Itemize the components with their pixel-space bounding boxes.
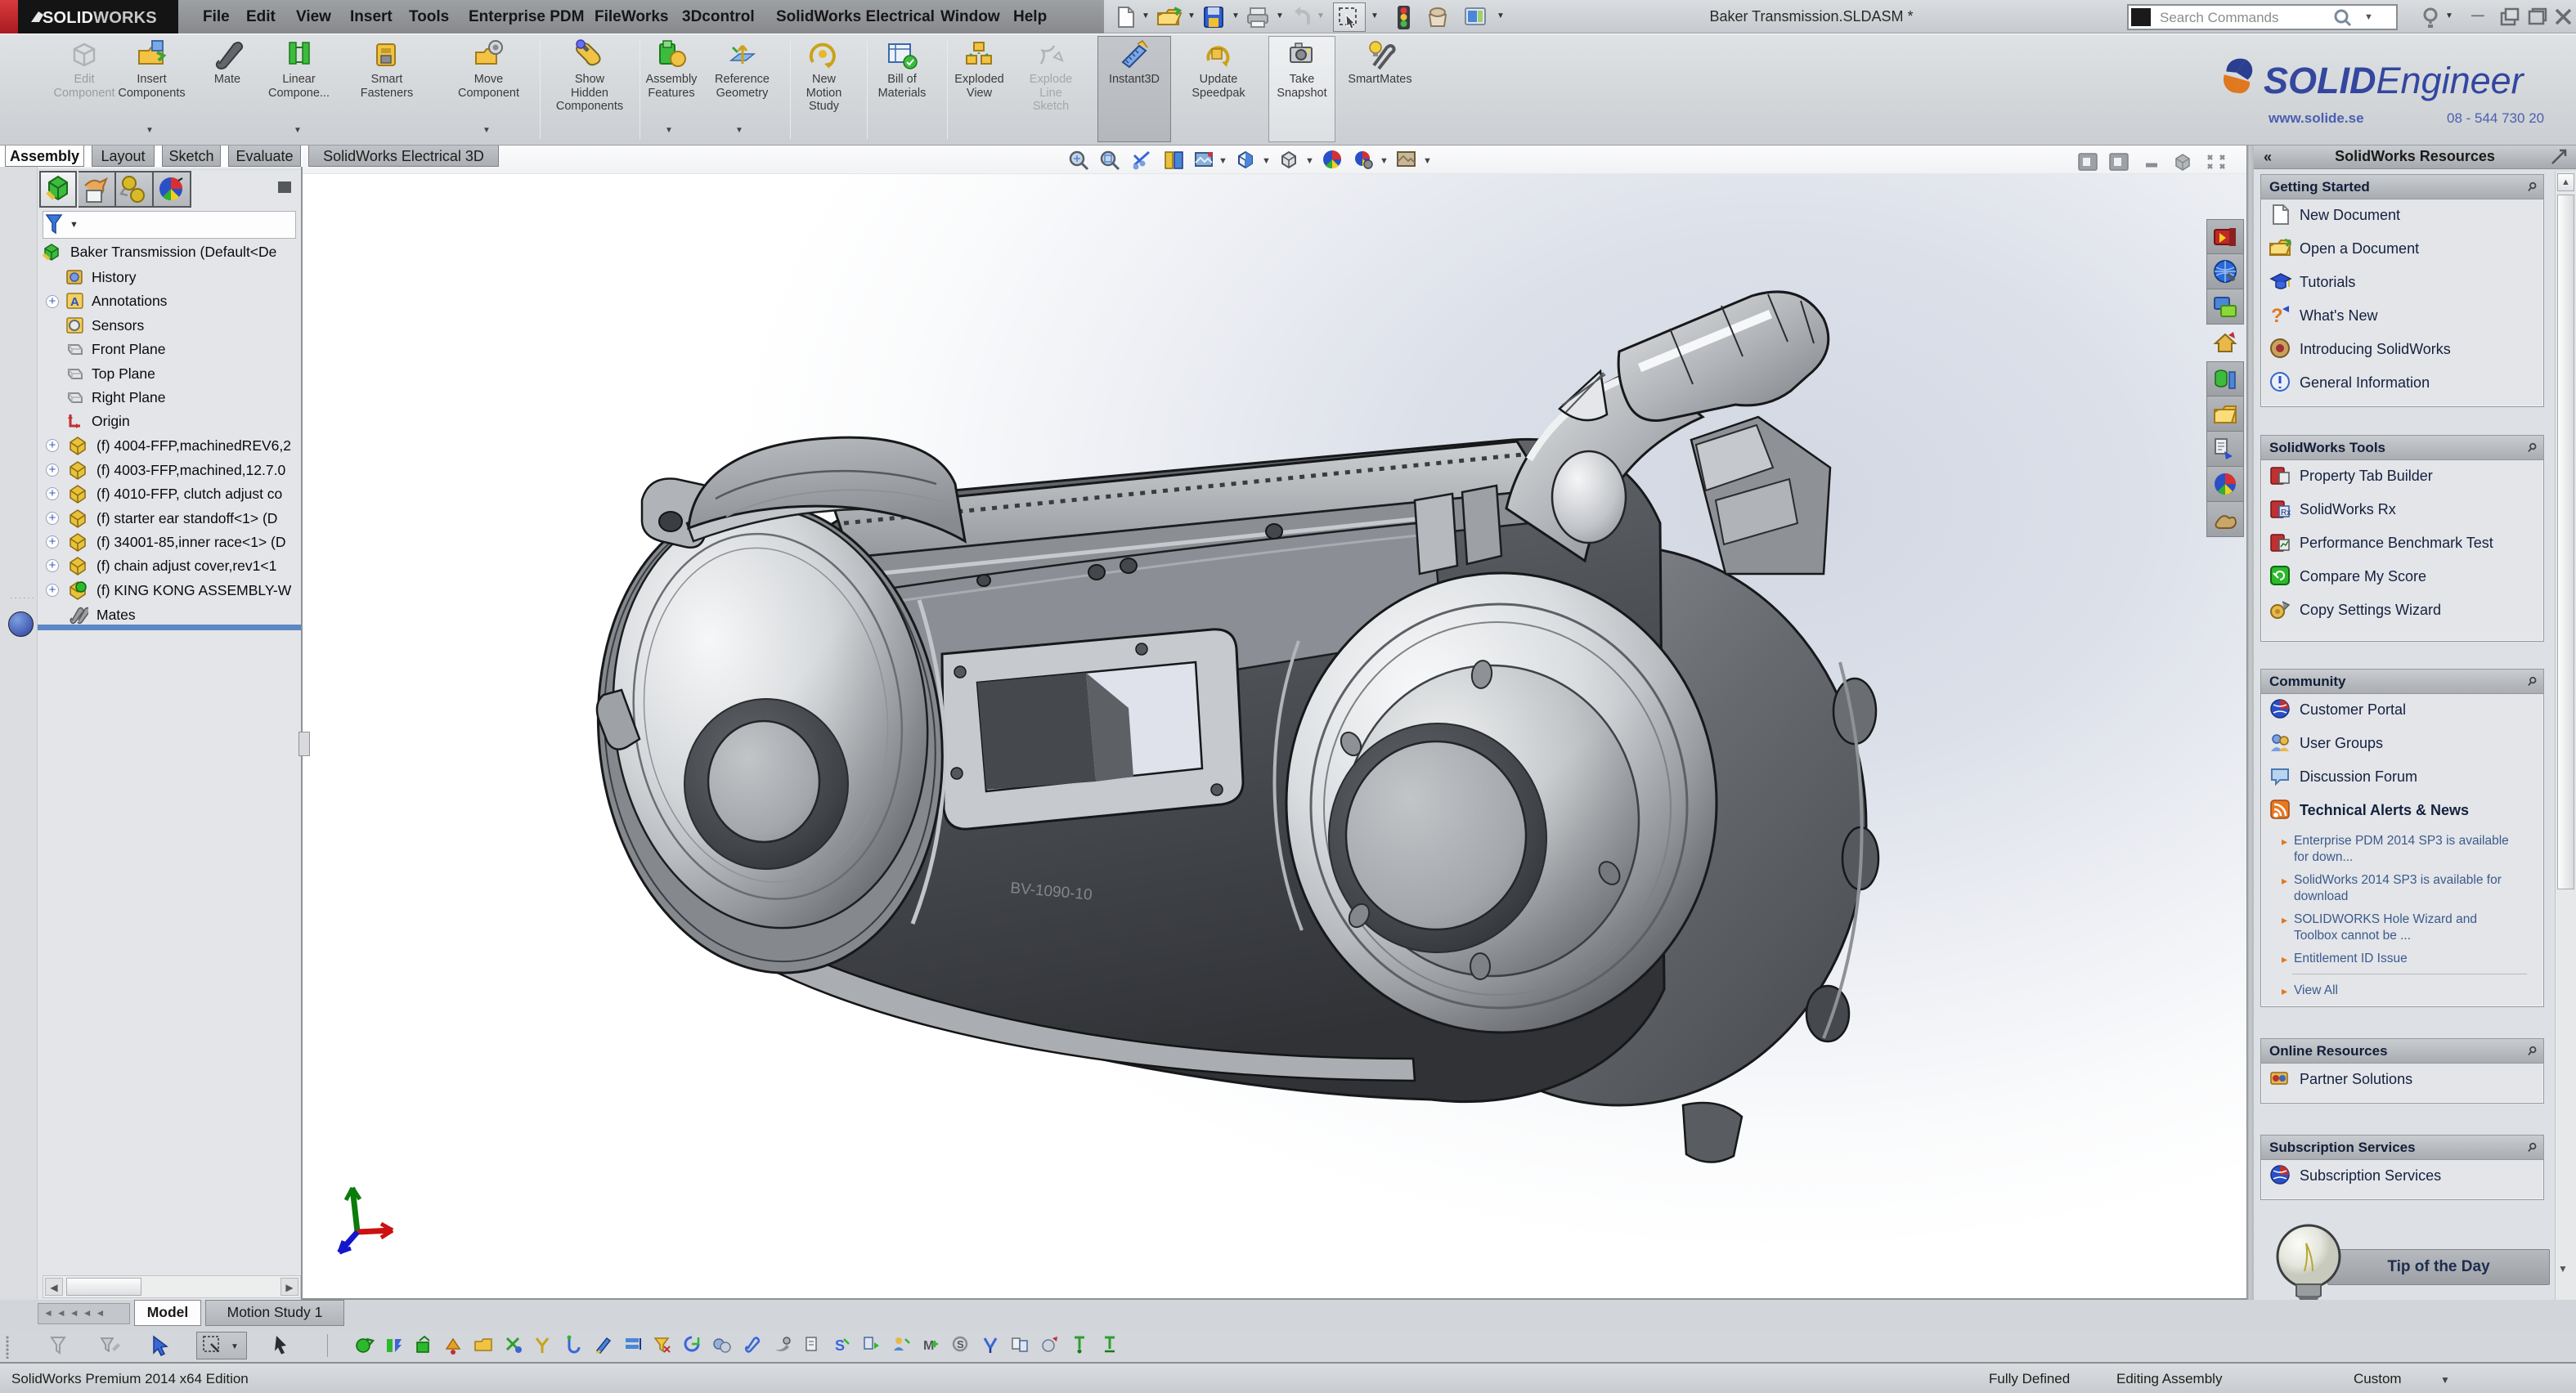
svg-text:M: M [923, 1339, 934, 1353]
svg-text:?: ? [2271, 305, 2283, 326]
svg-text:S: S [957, 1338, 964, 1350]
svg-text:S: S [835, 1337, 845, 1354]
svg-text:Rx: Rx [2281, 508, 2291, 517]
svg-text:▼: ▼ [1305, 156, 1314, 166]
svg-text:▼: ▼ [1380, 156, 1389, 166]
svg-text:▼: ▼ [1262, 156, 1271, 166]
svg-text:▼: ▼ [1218, 156, 1227, 166]
svg-text:08 - 544 730 20: 08 - 544 730 20 [2447, 110, 2544, 126]
svg-text:A: A [70, 295, 79, 309]
svg-text:▼: ▼ [1423, 156, 1432, 166]
svg-text:SOLIDWORKS: SOLIDWORKS [43, 9, 157, 27]
svg-text:www.solide.se: www.solide.se [2268, 110, 2364, 126]
svg-text:SOLIDEngineer: SOLIDEngineer [2264, 60, 2525, 101]
